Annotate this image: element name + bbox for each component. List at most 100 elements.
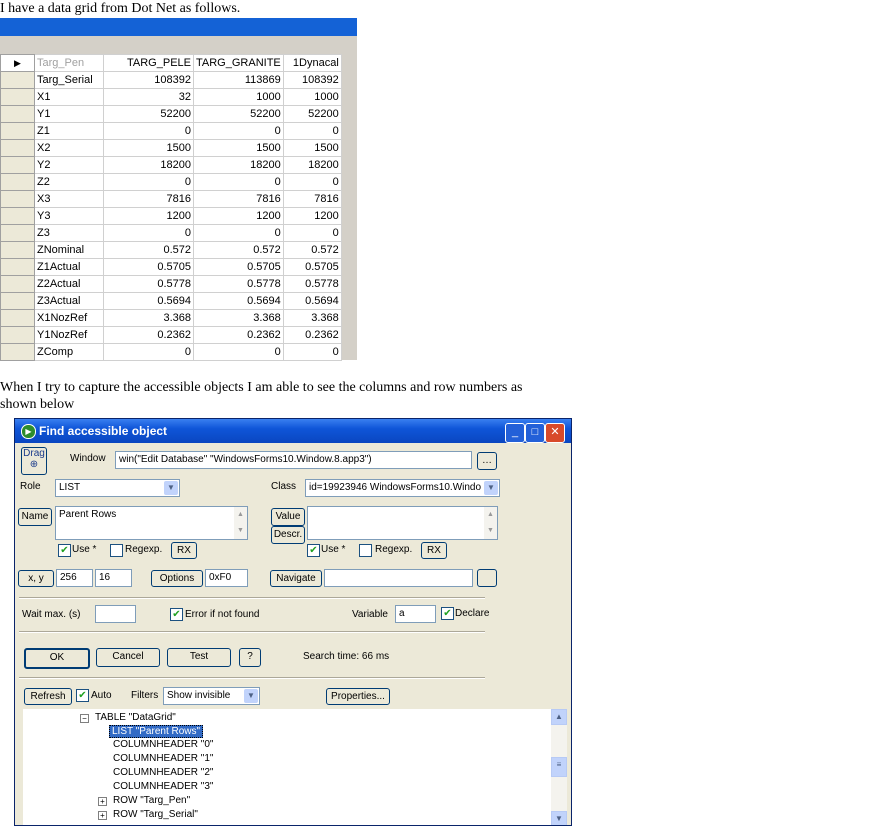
grid-row[interactable]: X1NozRef 3.368 3.368 3.368 [0,309,342,327]
row-header[interactable] [0,309,35,327]
grid-cell[interactable]: Targ_Pen [34,54,104,72]
grid-table[interactable]: ▶ Targ_Pen TARG_PELE TARG_GRANITE 1Dynacal Ta… [0,54,342,361]
name-use-checkbox[interactable]: ✔ [58,544,71,557]
xy-button[interactable]: x, y [18,570,54,587]
grid-cell[interactable]: 0 [282,173,342,191]
row-header[interactable] [0,122,35,140]
grid-cell[interactable]: 52200 [193,105,284,123]
row-header[interactable] [0,156,35,174]
grid-cell[interactable]: 0.2362 [103,326,194,344]
grid-cell[interactable]: 52200 [103,105,194,123]
expand-icon[interactable]: + [98,797,107,806]
grid-cell[interactable]: X1 [34,88,104,106]
grid-cell[interactable]: Z3 [34,224,104,242]
grid-row[interactable]: Z1 0 0 0 [0,122,342,140]
grid-row[interactable]: Z1Actual 0.5705 0.5705 0.5705 [0,258,342,276]
grid-row[interactable]: Targ_Serial 108392 113869 108392 [0,71,342,89]
tree-node-row[interactable]: ROW "Targ_Pen" [113,795,190,806]
current-row-indicator-icon[interactable]: ▶ [0,54,35,72]
navigate-browse-button[interactable] [477,569,497,587]
grid-cell[interactable]: 0.5694 [193,292,284,310]
grid-cell[interactable]: Z1 [34,122,104,140]
grid-row[interactable]: Z2 0 0 0 [0,173,342,191]
grid-cell[interactable]: 108392 [103,71,194,89]
object-tree[interactable]: − TABLE "DataGrid" LIST "Parent Rows" CO… [23,709,567,825]
grid-cell[interactable]: Z2Actual [34,275,104,293]
descr-button[interactable]: Descr. [271,526,305,544]
name-scrollbar[interactable]: ▲ ▼ [234,507,247,539]
navigate-field[interactable] [324,569,473,587]
grid-cell[interactable]: 0 [193,224,284,242]
options-field[interactable]: 0xF0 [205,569,248,587]
grid-cell[interactable]: Y3 [34,207,104,225]
grid-cell[interactable]: 108392 [282,71,342,89]
test-button[interactable]: Test [167,648,231,667]
data-grid[interactable]: ▶ Targ_Pen TARG_PELE TARG_GRANITE 1Dynacal Ta… [0,18,357,361]
cancel-button[interactable]: Cancel [96,648,160,667]
row-header[interactable] [0,241,35,259]
expand-icon[interactable]: + [98,811,107,820]
variable-field[interactable]: a [395,605,436,623]
tree-node-columnheader[interactable]: COLUMNHEADER "1" [113,753,213,764]
scroll-up-icon[interactable]: ▲ [551,709,567,725]
minimize-button[interactable]: _ [505,423,525,443]
drag-button[interactable]: Drag ⊕ [21,447,47,475]
wait-field[interactable] [95,605,136,623]
x-field[interactable]: 256 [56,569,93,587]
row-header[interactable] [0,275,35,293]
declare-checkbox[interactable]: ✔ [441,607,454,620]
grid-row[interactable]: Y2 18200 18200 18200 [0,156,342,174]
grid-cell[interactable]: 3.368 [103,309,194,327]
options-button[interactable]: Options [151,570,203,587]
row-header[interactable] [0,190,35,208]
row-header[interactable] [0,173,35,191]
grid-cell[interactable]: 0.5778 [282,275,342,293]
grid-cell[interactable]: 0 [103,173,194,191]
row-header[interactable] [0,139,35,157]
row-header[interactable] [0,71,35,89]
grid-cell[interactable]: TARG_PELE [103,54,194,72]
grid-cell[interactable]: 18200 [103,156,194,174]
name-regexp-checkbox[interactable] [110,544,123,557]
grid-row[interactable]: Y1 52200 52200 52200 [0,105,342,123]
grid-row[interactable]: Z3 0 0 0 [0,224,342,242]
window-field[interactable]: win("Edit Database" "WindowsForms10.Wind… [115,451,472,469]
scroll-thumb[interactable]: ≡ [551,757,567,777]
grid-cell[interactable]: 0 [193,122,284,140]
help-button[interactable]: ? [239,648,261,667]
value-button[interactable]: Value [271,508,305,526]
grid-cell[interactable]: 0 [103,122,194,140]
row-header[interactable] [0,292,35,310]
name-rx-button[interactable]: RX [171,542,197,559]
grid-row[interactable]: Z2Actual 0.5778 0.5778 0.5778 [0,275,342,293]
grid-row[interactable]: Y3 1200 1200 1200 [0,207,342,225]
tree-node-columnheader[interactable]: COLUMNHEADER "0" [113,739,213,750]
grid-cell[interactable]: 0.572 [282,241,342,259]
grid-cell[interactable]: 1Dynacal [282,54,342,72]
row-header[interactable] [0,326,35,344]
grid-cell[interactable]: 18200 [282,156,342,174]
role-select[interactable]: LIST ▼ [55,479,180,497]
grid-cell[interactable]: 0.2362 [282,326,342,344]
grid-cell[interactable]: 1500 [103,139,194,157]
row-header[interactable] [0,343,35,361]
grid-cell[interactable]: 0.572 [193,241,284,259]
grid-cell[interactable]: X2 [34,139,104,157]
grid-header-row[interactable]: ▶ Targ_Pen TARG_PELE TARG_GRANITE 1Dynacal [0,54,342,72]
grid-cell[interactable]: 1200 [103,207,194,225]
grid-cell[interactable]: 0.572 [103,241,194,259]
grid-cell[interactable]: 113869 [193,71,284,89]
grid-cell[interactable]: 7816 [103,190,194,208]
tree-node-columnheader[interactable]: COLUMNHEADER "3" [113,781,213,792]
grid-cell[interactable]: 0.5705 [103,258,194,276]
maximize-button[interactable]: □ [525,423,545,443]
value-rx-button[interactable]: RX [421,542,447,559]
grid-cell[interactable]: 0.5694 [282,292,342,310]
grid-cell[interactable]: 0 [103,224,194,242]
grid-cell[interactable]: 0 [103,343,194,361]
grid-cell[interactable]: 52200 [282,105,342,123]
navigate-button[interactable]: Navigate [270,570,322,587]
row-header[interactable] [0,88,35,106]
grid-cell[interactable]: X1NozRef [34,309,104,327]
grid-cell[interactable]: X3 [34,190,104,208]
